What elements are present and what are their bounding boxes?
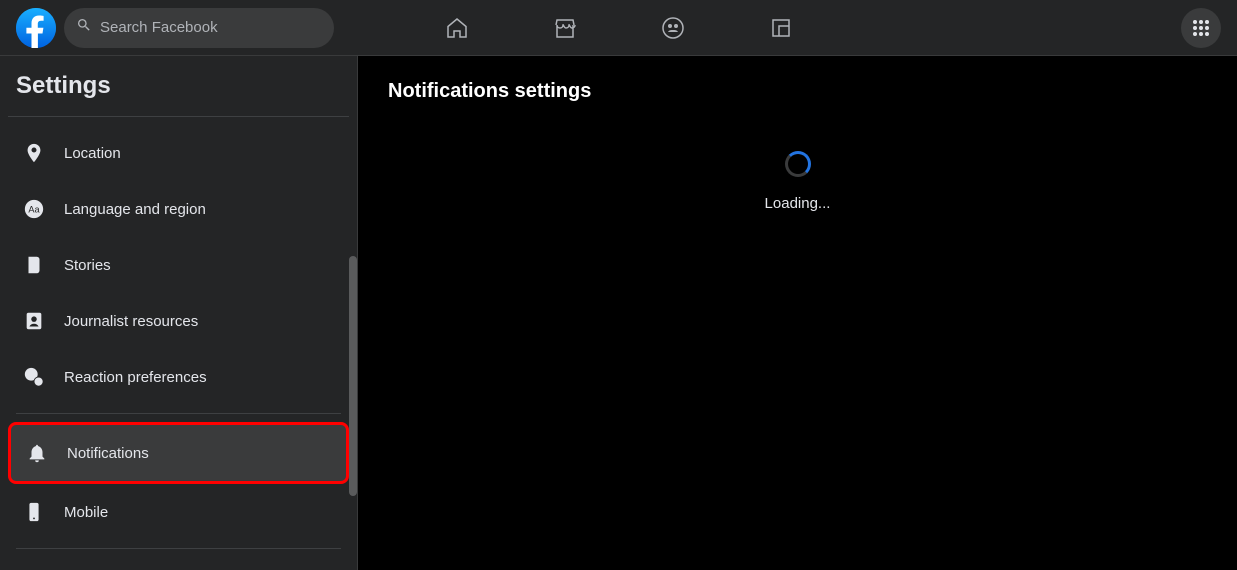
divider xyxy=(16,413,341,414)
sidebar-list: Location Aa Language and region Stories … xyxy=(0,125,357,570)
groups-icon[interactable] xyxy=(659,14,687,42)
grid-icon xyxy=(1193,20,1209,36)
loading-area: Loading... xyxy=(388,151,1207,212)
content-area: Notifications settings Loading... xyxy=(358,56,1237,570)
main-area: Settings Location Aa Language and region xyxy=(0,56,1237,570)
sidebar-item-location[interactable]: Location xyxy=(8,125,349,181)
location-icon xyxy=(16,135,52,171)
sidebar-item-mobile[interactable]: Mobile xyxy=(8,484,349,540)
sidebar-item-journalist[interactable]: Journalist resources xyxy=(8,293,349,349)
sidebar-item-label: Reaction preferences xyxy=(64,369,207,386)
sidebar-item-label: Location xyxy=(64,145,121,162)
sidebar-item-notifications[interactable]: Notifications xyxy=(8,422,349,484)
divider xyxy=(8,116,349,117)
top-bar xyxy=(0,0,1237,56)
sidebar-item-apps[interactable]: Apps and websites xyxy=(8,557,349,570)
bell-icon xyxy=(19,435,55,471)
divider xyxy=(16,548,341,549)
scrollbar-thumb[interactable] xyxy=(349,256,357,496)
language-icon: Aa xyxy=(16,191,52,227)
search-icon xyxy=(76,17,92,38)
nav-center xyxy=(443,14,795,42)
sidebar-item-reactions[interactable]: Reaction preferences xyxy=(8,349,349,405)
sidebar-item-label: Notifications xyxy=(67,445,149,462)
sidebar-item-label: Mobile xyxy=(64,504,108,521)
journalist-icon xyxy=(16,303,52,339)
loading-text: Loading... xyxy=(765,195,831,212)
sidebar-item-label: Language and region xyxy=(64,201,206,218)
facebook-logo[interactable] xyxy=(16,8,56,48)
home-icon[interactable] xyxy=(443,14,471,42)
sidebar-item-label: Stories xyxy=(64,257,111,274)
sidebar-title: Settings xyxy=(0,56,357,108)
marketplace-icon[interactable] xyxy=(551,14,579,42)
sidebar-item-label: Journalist resources xyxy=(64,313,198,330)
menu-button[interactable] xyxy=(1181,8,1221,48)
mobile-icon xyxy=(16,494,52,530)
reactions-icon xyxy=(16,359,52,395)
sidebar-item-stories[interactable]: Stories xyxy=(8,237,349,293)
page-title: Notifications settings xyxy=(388,80,1207,103)
search-input[interactable] xyxy=(100,19,322,36)
gaming-icon[interactable] xyxy=(767,14,795,42)
spinner-icon xyxy=(785,151,811,177)
sidebar-item-language[interactable]: Aa Language and region xyxy=(8,181,349,237)
svg-text:Aa: Aa xyxy=(28,205,40,215)
stories-icon xyxy=(16,247,52,283)
settings-sidebar: Settings Location Aa Language and region xyxy=(0,56,358,570)
search-box[interactable] xyxy=(64,8,334,48)
nav-right xyxy=(1181,8,1221,48)
